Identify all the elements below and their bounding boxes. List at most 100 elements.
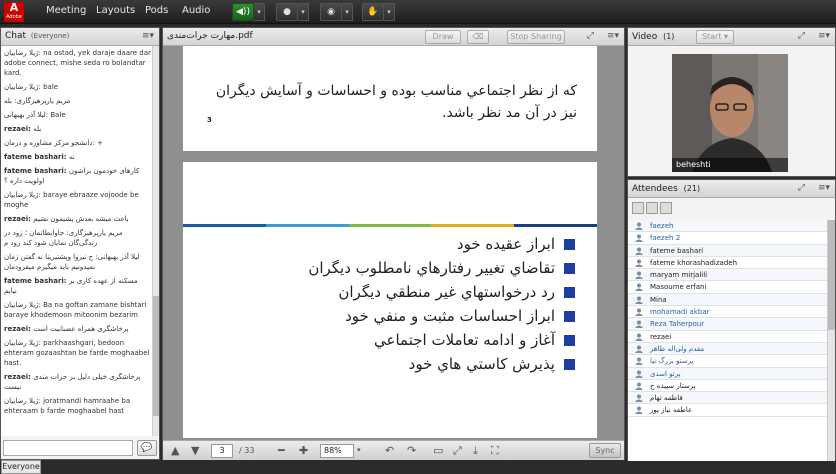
- webcam-feed: beheshti: [672, 54, 788, 172]
- draw-button[interactable]: Draw: [425, 30, 461, 44]
- document-viewer[interactable]: كه از نظر اجتماعي مناسب بوده و احساسات و…: [163, 46, 624, 440]
- attendee-row[interactable]: Mina: [628, 293, 828, 307]
- chat-sender: rezaei:: [4, 325, 31, 333]
- chat-text: ژیلا رضاییان: baraye ebraaze vojoode be …: [4, 191, 139, 209]
- zoom-dropdown-icon[interactable]: ▾: [357, 446, 361, 454]
- chat-send-icon[interactable]: 💬: [137, 440, 157, 456]
- user-icon: [635, 394, 643, 403]
- stripe-segment: [431, 224, 515, 227]
- fullscreen-icon[interactable]: ⤢: [798, 28, 805, 45]
- chat-header: Chat (Everyone) ≡▾: [1, 28, 159, 46]
- attendee-row[interactable]: پرستو بزرگ نیا: [628, 355, 828, 368]
- pod-menu-icon[interactable]: ≡▾: [818, 28, 830, 45]
- attendee-row[interactable]: عاطفه نیاز پور: [628, 404, 828, 417]
- chat-message: لیلا آذر بهبهانی: Bale: [4, 110, 151, 120]
- attendee-row[interactable]: Masoume erfani: [628, 281, 828, 294]
- pod-menu-icon[interactable]: ≡▾: [142, 28, 154, 45]
- attendee-row[interactable]: mohamadi akbar: [628, 306, 828, 319]
- attendee-name: maryam mirjalili: [650, 271, 708, 280]
- attendee-row[interactable]: fateme bashari: [628, 244, 828, 257]
- menu-meeting[interactable]: Meeting: [46, 5, 86, 16]
- speaker-dropdown-icon[interactable]: ▾: [254, 3, 265, 21]
- status-view-icon[interactable]: [646, 202, 658, 214]
- download-icon[interactable]: ⤓: [473, 444, 478, 458]
- list-view-icon[interactable]: [632, 202, 644, 214]
- chat-message: لیلا آذر بهبهانی: ح نیروا وپشتیرینا نه گ…: [4, 252, 151, 272]
- chat-text: بله: [33, 125, 42, 133]
- attendee-name: fateme khorashadizadeh: [650, 258, 738, 267]
- pod-menu-icon[interactable]: ≡▾: [818, 180, 830, 197]
- chat-message: rezaei: باعث میشه بعدش پشیمون نشیم: [4, 214, 151, 224]
- chat-scope: (Everyone): [30, 32, 70, 40]
- speaker-icon[interactable]: ◀)): [232, 3, 254, 21]
- attendees-pod: Attendees (21) ⤢ ≡▾ faezeh faezeh 2 fateme…: [627, 179, 836, 461]
- chat-scrollbar[interactable]: [152, 46, 159, 436]
- stop-sharing-button[interactable]: Stop Sharing: [507, 30, 565, 44]
- attendee-scrollbar[interactable]: [827, 220, 835, 461]
- fullscreen-icon[interactable]: ⤢: [798, 180, 805, 197]
- fit-page-icon[interactable]: ⤢: [453, 444, 462, 458]
- zoom-in-icon[interactable]: ✚: [299, 444, 308, 457]
- video-header: Video (1) Start ▾ ⤢ ≡▾: [628, 28, 835, 46]
- chat-tab-everyone[interactable]: Everyone: [1, 460, 41, 474]
- attendee-row[interactable]: Reza Taherpour: [628, 318, 828, 331]
- microphone-dropdown-icon[interactable]: ▾: [298, 3, 309, 21]
- chat-message: ژیلا رضاییان: joratmandi hamraahe ba eht…: [4, 396, 151, 416]
- menu-layouts[interactable]: Layouts: [96, 5, 135, 16]
- fullscreen-icon[interactable]: ⤢: [587, 28, 594, 45]
- status-dropdown-icon[interactable]: ▾: [384, 3, 395, 21]
- chat-text: ژیلا رضاییان: bale: [4, 83, 59, 91]
- bullet-square-icon: [564, 311, 575, 322]
- share-pod: مهارت جرات‌مندی.pdf Draw ⌫ Stop Sharing …: [162, 27, 625, 460]
- microphone-icon[interactable]: ●: [276, 3, 298, 21]
- page-total: / 33: [239, 446, 255, 455]
- chat-input[interactable]: [3, 440, 133, 456]
- chat-message: دانشجو مرکز مشاوره و درمان: +: [4, 138, 151, 148]
- attendee-row[interactable]: fateme khorashadizadeh: [628, 257, 828, 270]
- stripe-segment: [265, 224, 349, 227]
- attendee-name: Masoume erfani: [650, 283, 707, 292]
- raise-hand-icon[interactable]: ✋: [362, 3, 384, 21]
- chat-sender: fateme bashari:: [4, 153, 67, 161]
- fit-width-icon[interactable]: ▭: [433, 444, 443, 457]
- attendee-row[interactable]: faezeh 2: [628, 232, 828, 245]
- attendee-row[interactable]: فاطمه تهام: [628, 392, 828, 405]
- zoom-select[interactable]: 88%: [320, 444, 354, 458]
- chat-text: پرخاشگری همراه عصبانیت است: [33, 325, 129, 333]
- page-up-icon[interactable]: ▲: [171, 444, 179, 457]
- attendee-row[interactable]: maryam mirjalili: [628, 269, 828, 282]
- pod-menu-icon[interactable]: ≡▾: [607, 28, 619, 45]
- bullet-item: رد درخواستهاي غير منطقي ديگران: [199, 280, 579, 304]
- chat-message: ژیلا رضاییان: Ba na goftan zamane bishta…: [4, 300, 151, 320]
- top-menu-bar: A Adobe Meeting Layouts Pods Audio ◀)) ▾ …: [0, 0, 836, 24]
- redo-icon[interactable]: ↷: [407, 444, 416, 457]
- bullet-text: پذيرش كاستي هاي خود: [408, 355, 555, 373]
- attendee-row[interactable]: مقدم ولی‌اله ظاهر: [628, 342, 828, 356]
- attendee-name: rezaei: [650, 332, 672, 341]
- attendee-name: عاطفه نیاز پور: [650, 406, 693, 415]
- bullet-square-icon: [564, 287, 575, 298]
- page-down-icon[interactable]: ▼: [191, 444, 199, 457]
- start-video-button[interactable]: Start ▾: [696, 30, 734, 44]
- webcam-dropdown-icon[interactable]: ▾: [342, 3, 353, 21]
- fullscreen-icon[interactable]: ⛶: [491, 444, 499, 458]
- menu-pods[interactable]: Pods: [145, 5, 168, 16]
- sync-button[interactable]: Sync: [589, 443, 621, 458]
- attendee-row[interactable]: پرتو اسدی: [628, 367, 828, 380]
- eraser-icon[interactable]: ⌫: [467, 30, 489, 44]
- menu-audio[interactable]: Audio: [182, 5, 210, 16]
- attendee-list: faezeh faezeh 2 fateme bashari fateme khora…: [628, 220, 828, 461]
- chat-message: ژیلا رضاییان: na ostad, yek daraje daare…: [4, 48, 151, 78]
- chat-message: ژیلا رضاییان: bale: [4, 82, 151, 92]
- attendee-row[interactable]: faezeh: [628, 220, 828, 233]
- page-number-input[interactable]: 3: [211, 444, 233, 458]
- undo-icon[interactable]: ↶: [385, 444, 394, 457]
- breakout-view-icon[interactable]: [660, 202, 672, 214]
- bullet-item: پذيرش كاستي هاي خود: [199, 352, 579, 376]
- user-icon: [635, 308, 643, 317]
- attendee-row[interactable]: پرستار سپیده ح: [628, 380, 828, 393]
- attendee-row[interactable]: rezaei: [628, 331, 828, 343]
- zoom-out-icon[interactable]: ━: [278, 444, 285, 457]
- webcam-icon[interactable]: ◉: [320, 3, 342, 21]
- chat-text: ژیلا رضاییان: Ba na goftan zamane bishta…: [4, 301, 147, 319]
